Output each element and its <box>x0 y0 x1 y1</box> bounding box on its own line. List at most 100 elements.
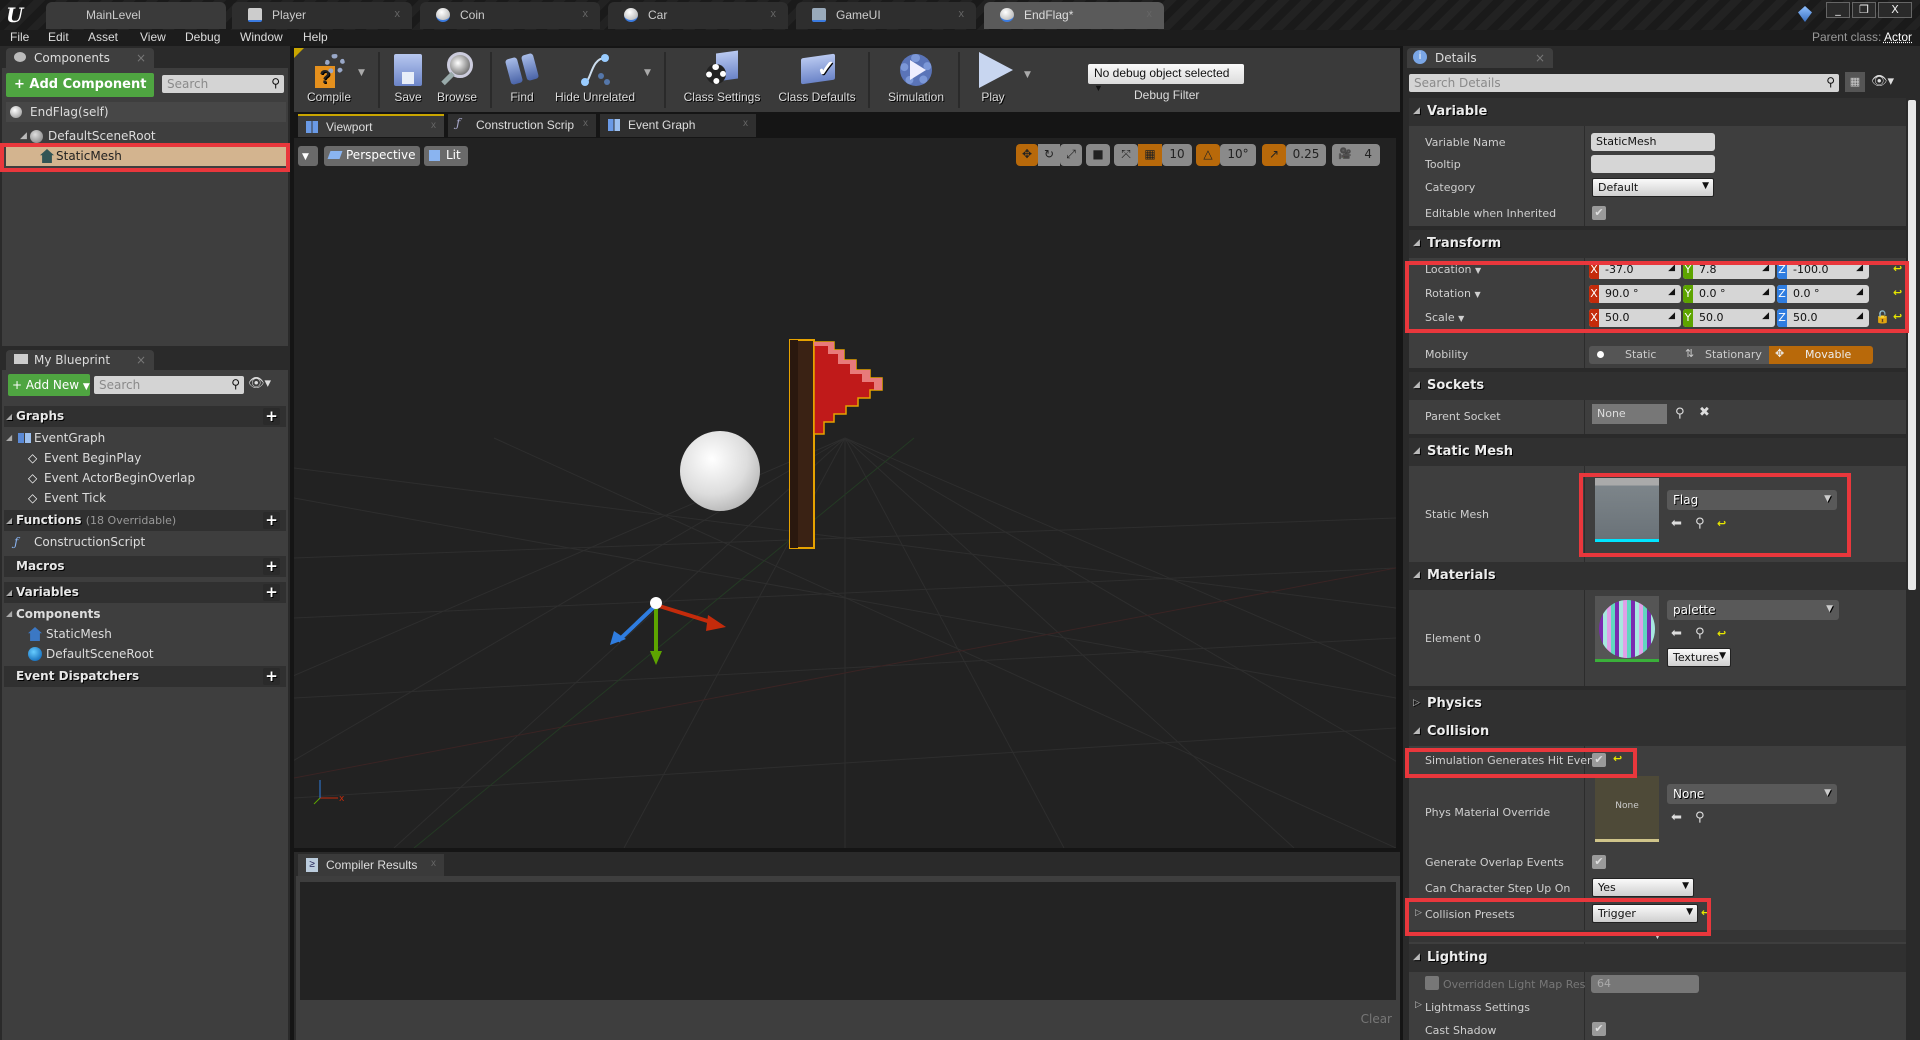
details-scrollbar[interactable] <box>1908 100 1916 590</box>
close-icon[interactable]: × <box>1535 51 1545 65</box>
reset-hit-event-icon[interactable]: ↩ <box>1613 752 1622 765</box>
details-search-input[interactable]: Search Details ⚲ <box>1409 74 1839 92</box>
scale-y-input[interactable]: Y 50.0 ◢ <box>1683 309 1775 327</box>
close-icon[interactable]: x <box>395 8 401 20</box>
reset-rotation-icon[interactable]: ↩ <box>1893 286 1902 299</box>
mobility-static-option[interactable]: Static <box>1589 346 1679 364</box>
camera-speed-button[interactable]: 🎥 4 <box>1332 144 1380 166</box>
cast-shadow-checkbox[interactable]: ✔ <box>1592 1022 1606 1036</box>
add-component-button[interactable]: + Add Component ▼ <box>6 73 154 115</box>
class-defaults-button[interactable]: ✓ Class Defaults <box>772 48 862 112</box>
collapsed-arrow-icon[interactable]: ▷ <box>1415 1000 1422 1010</box>
view-options-eye-icon[interactable]: 👁▾ <box>1871 74 1894 89</box>
event-item[interactable]: ◇ Event ActorBeginOverlap <box>4 468 286 488</box>
static-mesh-thumbnail[interactable] <box>1595 478 1659 542</box>
grid-snap-value[interactable]: 10 <box>1162 144 1192 166</box>
step-up-select[interactable]: Yes ▼ <box>1592 878 1694 897</box>
menu-window[interactable]: Window <box>240 30 283 44</box>
restore-button[interactable]: ❐ <box>1852 2 1876 18</box>
component-defaultsceneroot[interactable]: ◢ DefaultSceneRoot <box>6 126 286 146</box>
close-icon[interactable]: x <box>771 8 777 20</box>
event-item[interactable]: ◇ Event Tick <box>4 488 286 508</box>
rotation-snap-toggle[interactable]: △ <box>1196 144 1220 166</box>
add-macro-button[interactable]: + <box>263 558 280 575</box>
close-window-button[interactable]: X <box>1878 2 1912 18</box>
doc-tab-player[interactable]: Player x <box>232 2 412 29</box>
mobility-stationary-option[interactable]: ⇅ Stationary <box>1679 346 1769 364</box>
feedback-icon[interactable] <box>1798 6 1812 22</box>
clear-socket-x-icon[interactable]: ✖ <box>1699 405 1710 420</box>
section-static-mesh[interactable]: ◢ Static Mesh <box>1409 438 1906 466</box>
browse-asset-search-icon[interactable]: ⚲ <box>1695 516 1705 531</box>
variable-name-input[interactable]: StaticMesh <box>1591 133 1715 151</box>
close-icon[interactable]: x <box>431 858 436 869</box>
phys-material-thumbnail[interactable]: None <box>1595 776 1659 842</box>
rotation-y-input[interactable]: Y 0.0 ° ◢ <box>1683 285 1775 303</box>
mobility-movable-option[interactable]: ✥ Movable <box>1769 346 1873 364</box>
tooltip-input[interactable] <box>1591 155 1715 173</box>
section-collision[interactable]: ◢ Collision <box>1409 718 1906 746</box>
scale-label[interactable]: Scale ▼ <box>1425 311 1464 324</box>
world-local-toggle[interactable]: ■ <box>1086 144 1110 166</box>
use-selected-arrow-icon[interactable]: ⬅ <box>1671 810 1682 825</box>
debug-object-select[interactable]: No debug object selected ▼ <box>1088 64 1244 93</box>
variable-item-defaultsceneroot[interactable]: DefaultSceneRoot <box>4 644 286 664</box>
browse-asset-search-icon[interactable]: ⚲ <box>1695 810 1705 825</box>
hit-event-checkbox[interactable]: ✔ <box>1592 753 1606 767</box>
save-button[interactable]: Save <box>388 48 428 112</box>
override-lightmap-checkbox[interactable] <box>1425 976 1439 990</box>
scale-snap-toggle[interactable]: ↗ <box>1262 144 1286 166</box>
function-item[interactable]: ƒ ConstructionScript <box>4 532 286 552</box>
hide-unrelated-dropdown[interactable]: ▼ <box>644 68 651 78</box>
section-variable[interactable]: ◢ Variable <box>1409 98 1906 126</box>
material-thumbnail[interactable] <box>1595 596 1659 662</box>
tab-event-graph[interactable]: Event Graph x <box>600 114 756 137</box>
section-graphs[interactable]: ◢ Graphs + <box>4 406 286 427</box>
hide-unrelated-button[interactable]: Hide Unrelated <box>550 48 640 112</box>
unreal-logo-icon[interactable]: U <box>6 3 30 27</box>
blueprint-search-input[interactable]: Search ⚲ <box>94 376 244 394</box>
transform-gizmo[interactable] <box>604 593 734 673</box>
doc-tab-mainlevel[interactable]: MainLevel <box>46 2 226 29</box>
close-icon[interactable]: x <box>583 8 589 20</box>
menu-debug[interactable]: Debug <box>185 30 220 44</box>
play-options-dropdown[interactable]: ▼ <box>1024 70 1031 80</box>
section-functions[interactable]: ◢ Functions (18 Overridable) + <box>4 510 286 531</box>
close-icon[interactable]: x <box>1147 8 1153 20</box>
flag-mesh[interactable] <box>784 338 954 578</box>
parent-socket-field[interactable]: None <box>1592 404 1667 424</box>
collapsed-arrow-icon[interactable]: ▷ <box>1415 908 1422 918</box>
my-blueprint-tab[interactable]: My Blueprint × <box>6 350 154 370</box>
minimize-button[interactable]: _ <box>1826 2 1850 18</box>
close-icon[interactable]: x <box>431 120 436 131</box>
component-staticmesh[interactable]: StaticMesh <box>6 146 286 166</box>
property-matrix-button[interactable]: ▦ <box>1845 72 1865 92</box>
material-select[interactable]: palette ▼ <box>1667 600 1839 620</box>
location-x-input[interactable]: X -37.0 ◢ <box>1589 261 1681 279</box>
close-icon[interactable]: x <box>743 118 748 129</box>
section-variables[interactable]: ◢ Variables + <box>4 582 286 603</box>
lightmap-res-input[interactable]: 64 <box>1591 975 1699 993</box>
parent-class-link[interactable]: Actor <box>1884 30 1912 44</box>
use-selected-arrow-icon[interactable]: ⬅ <box>1671 516 1682 531</box>
menu-file[interactable]: File <box>10 30 29 44</box>
editable-inherited-checkbox[interactable]: ✔ <box>1592 206 1606 220</box>
use-selected-arrow-icon[interactable]: ⬅ <box>1671 626 1682 641</box>
section-event-dispatchers[interactable]: Event Dispatchers + <box>4 666 286 687</box>
surface-snap-button[interactable]: ⤧ <box>1114 144 1138 166</box>
add-function-button[interactable]: + <box>263 512 280 529</box>
scale-mode-button[interactable]: ⤢ <box>1060 144 1082 166</box>
scale-x-input[interactable]: X 50.0 ◢ <box>1589 309 1681 327</box>
section-macros[interactable]: Macros + <box>4 556 286 577</box>
rotate-mode-button[interactable]: ↻ <box>1038 144 1060 166</box>
section-transform[interactable]: ◢ Transform <box>1409 230 1906 258</box>
section-physics[interactable]: ▷ Physics <box>1409 690 1906 718</box>
compile-button[interactable]: ? Compile <box>304 48 354 112</box>
viewport[interactable]: ▼ Perspective Lit ✥ ↻ ⤢ ■ ⤧ ▦ 10 △ 10° ↗… <box>294 138 1396 848</box>
variable-item-staticmesh[interactable]: StaticMesh <box>4 624 286 644</box>
static-mesh-select[interactable]: Flag ▼ <box>1667 490 1837 510</box>
section-lighting[interactable]: ◢ Lighting <box>1409 944 1906 972</box>
location-z-input[interactable]: Z -100.0 ◢ <box>1777 261 1869 279</box>
doc-tab-endflag[interactable]: EndFlag* x <box>984 2 1164 29</box>
lit-mode-button[interactable]: Lit <box>424 146 468 166</box>
